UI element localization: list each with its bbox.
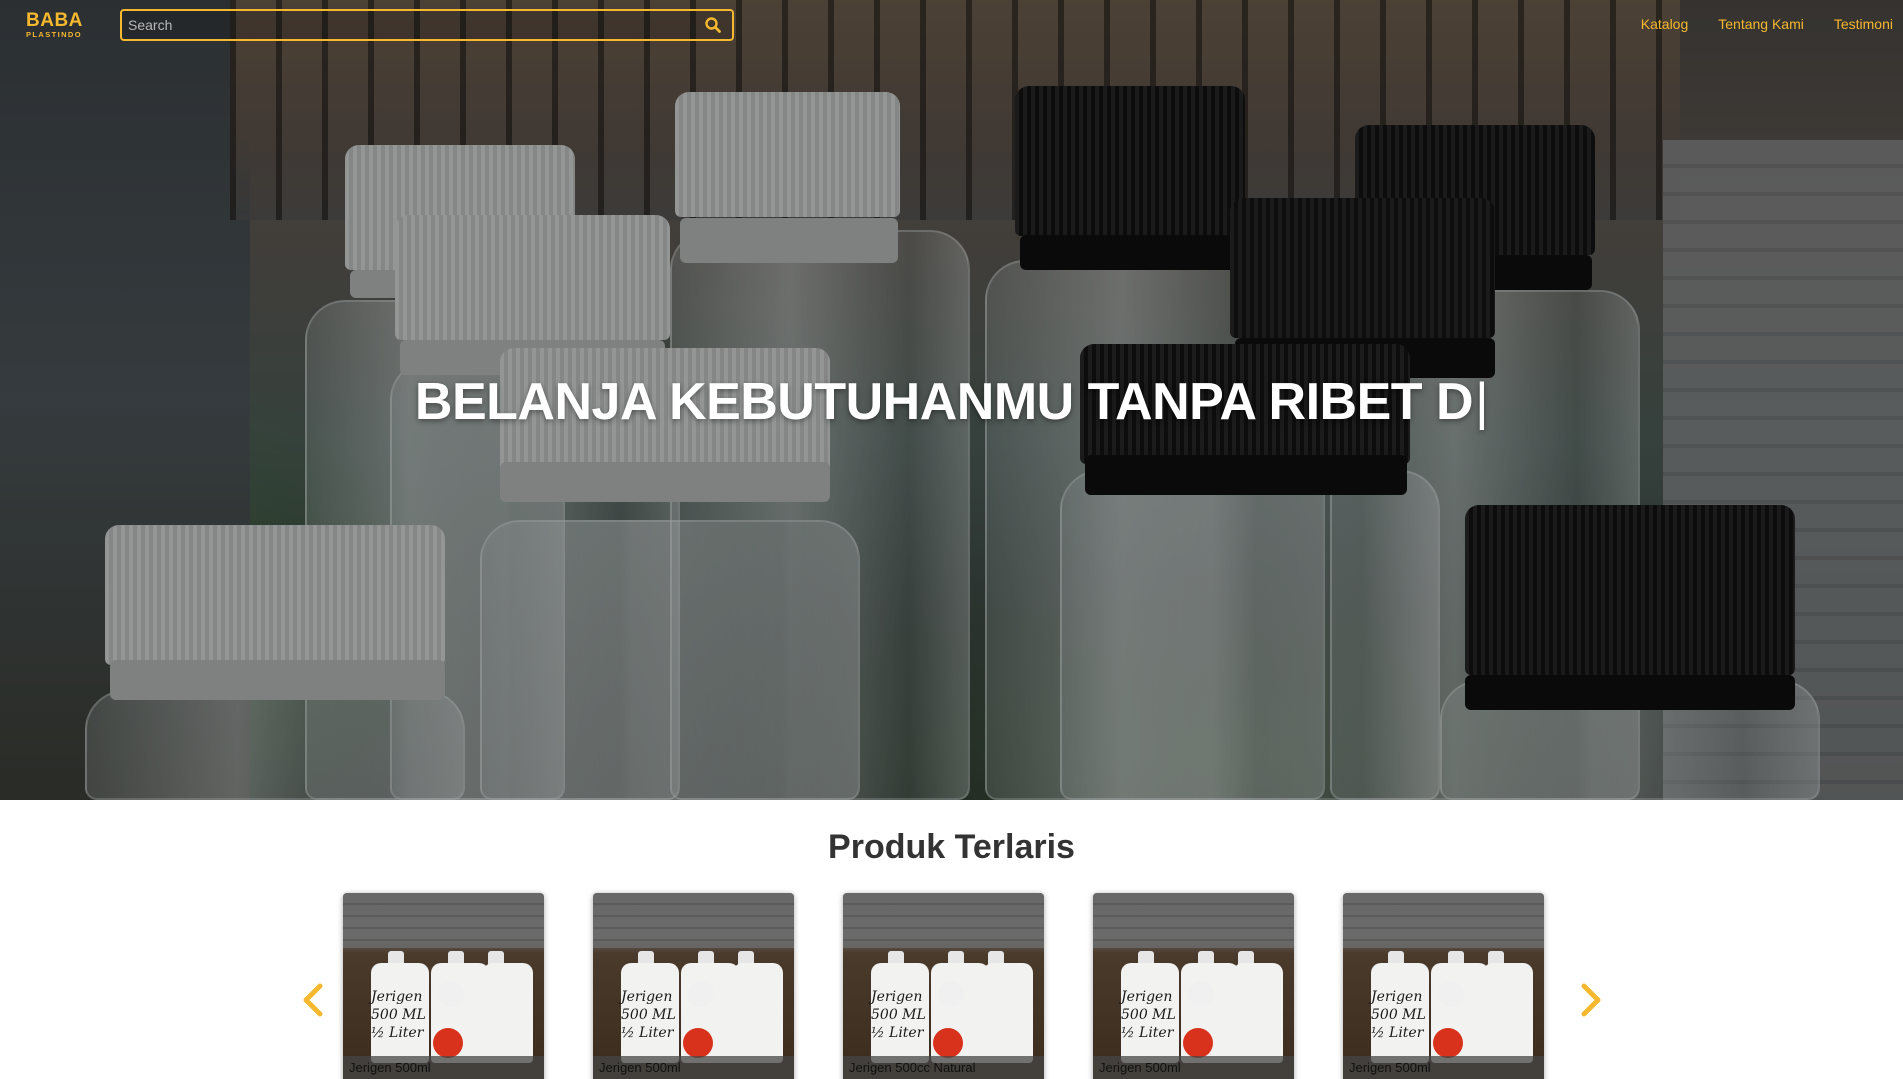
hero-headline: BELANJA KEBUTUHANMU TANPA RIBET D| [0, 372, 1903, 432]
hero-banner: BELANJA KEBUTUHANMU TANPA RIBET D| [0, 0, 1903, 800]
product-image-text: ½ Liter [871, 1025, 924, 1041]
search-icon[interactable] [704, 16, 722, 34]
main-nav: Katalog Tentang Kami Testimoni [1641, 16, 1893, 32]
product-image: Jerigen 500 ML ½ Liter [1093, 893, 1294, 1079]
chevron-left-icon[interactable] [298, 980, 328, 1020]
product-card[interactable]: Jerigen 500 ML ½ Liter Jerigen 500cc Nat… [843, 893, 1044, 1079]
nav-link-katalog[interactable]: Katalog [1641, 16, 1688, 32]
logo-text-sub: PLASTINDO [26, 30, 82, 39]
section-title-best-sellers: Produk Terlaris [828, 828, 1075, 866]
product-image: Jerigen 500 ML ½ Liter [593, 893, 794, 1079]
product-image-text: 500 ML [1121, 1007, 1176, 1023]
product-image-text: 500 ML [371, 1007, 426, 1023]
search-bar [120, 9, 734, 41]
chevron-right-icon[interactable] [1576, 980, 1606, 1020]
product-card[interactable]: Jerigen 500 ML ½ Liter Jerigen 500ml [593, 893, 794, 1079]
product-image: Jerigen 500 ML ½ Liter [343, 893, 544, 1079]
search-input[interactable] [128, 13, 688, 37]
product-image-text: ½ Liter [371, 1025, 424, 1041]
product-image-text: Jerigen [871, 989, 923, 1005]
nav-link-testimoni[interactable]: Testimoni [1834, 16, 1893, 32]
product-image-text: ½ Liter [621, 1025, 674, 1041]
product-image-text: 500 ML [1371, 1007, 1426, 1023]
nav-link-tentang-kami[interactable]: Tentang Kami [1718, 16, 1804, 32]
hero-headline-text: BELANJA KEBUTUHANMU TANPA RIBET D [414, 373, 1474, 431]
top-navbar: BABA PLASTINDO Katalog Tentang Kami Test… [0, 0, 1903, 50]
product-name: Jerigen 500ml [343, 1056, 544, 1079]
product-image: Jerigen 500 ML ½ Liter [843, 893, 1044, 1079]
product-image-text: Jerigen [621, 989, 673, 1005]
product-name: Jerigen 500ml [1093, 1056, 1294, 1079]
logo-text-main: BABA [26, 10, 83, 31]
product-name: Jerigen 500ml [1343, 1056, 1544, 1079]
product-image-text: 500 ML [871, 1007, 926, 1023]
product-image-text: Jerigen [371, 989, 423, 1005]
product-carousel: Jerigen 500 ML ½ Liter Jerigen 500ml Jer… [343, 893, 1544, 1079]
product-card[interactable]: Jerigen 500 ML ½ Liter Jerigen 500ml [343, 893, 544, 1079]
product-image: Jerigen 500 ML ½ Liter [1343, 893, 1544, 1079]
product-card[interactable]: Jerigen 500 ML ½ Liter Jerigen 500ml [1343, 893, 1544, 1079]
brand-logo[interactable]: BABA PLASTINDO [26, 11, 83, 39]
product-image-text: Jerigen [1371, 989, 1423, 1005]
product-name: Jerigen 500ml [593, 1056, 794, 1079]
typing-caret: | [1475, 373, 1489, 431]
product-image-text: Jerigen [1121, 989, 1173, 1005]
product-name: Jerigen 500cc Natural [843, 1056, 1044, 1079]
product-image-text: ½ Liter [1121, 1025, 1174, 1041]
product-card[interactable]: Jerigen 500 ML ½ Liter Jerigen 500ml [1093, 893, 1294, 1079]
product-image-text: 500 ML [621, 1007, 676, 1023]
product-image-text: ½ Liter [1371, 1025, 1424, 1041]
